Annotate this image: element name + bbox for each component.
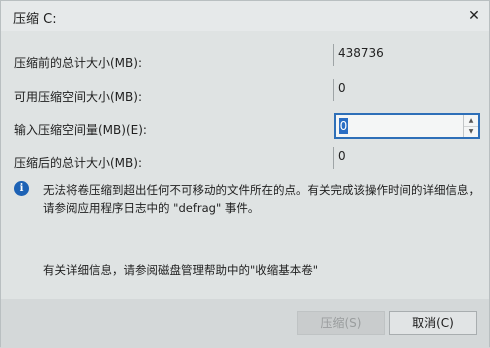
info-icon: i [14, 181, 29, 196]
shrink-amount-input[interactable]: 0 [339, 118, 348, 134]
shrink-amount-spinner[interactable]: 0 ▲ ▼ [334, 113, 480, 139]
cancel-button[interactable]: 取消(C) [389, 311, 477, 335]
shrink-amount-label: 输入压缩空间量(MB)(E): [14, 123, 147, 137]
close-icon[interactable]: ✕ [465, 7, 483, 25]
help-message: 有关详细信息，请参阅磁盘管理帮助中的"收缩基本卷" [43, 263, 319, 277]
total-size-before-label: 压缩前的总计大小(MB): [14, 56, 142, 70]
spinner-arrows: ▲ ▼ [463, 115, 478, 137]
total-size-after-value: 0 [333, 147, 479, 169]
available-shrink-space-value: 0 [333, 79, 479, 101]
available-shrink-space-label: 可用压缩空间大小(MB): [14, 90, 142, 104]
dialog-title: 压缩 C: [13, 12, 57, 27]
spin-down-icon[interactable]: ▼ [464, 126, 478, 137]
title-bar: 压缩 C: ✕ [1, 1, 489, 31]
shrink-dialog: 压缩 C: ✕ 压缩前的总计大小(MB): 438736 可用压缩空间大小(MB… [0, 0, 490, 348]
dialog-footer: 压缩(S) 取消(C) [1, 299, 489, 348]
total-size-after-label: 压缩后的总计大小(MB): [14, 156, 142, 170]
total-size-before-value: 438736 [333, 44, 479, 66]
info-message: 无法将卷压缩到超出任何不可移动的文件所在的点。有关完成该操作时间的详细信息，请参… [43, 183, 480, 215]
shrink-button[interactable]: 压缩(S) [297, 311, 385, 335]
